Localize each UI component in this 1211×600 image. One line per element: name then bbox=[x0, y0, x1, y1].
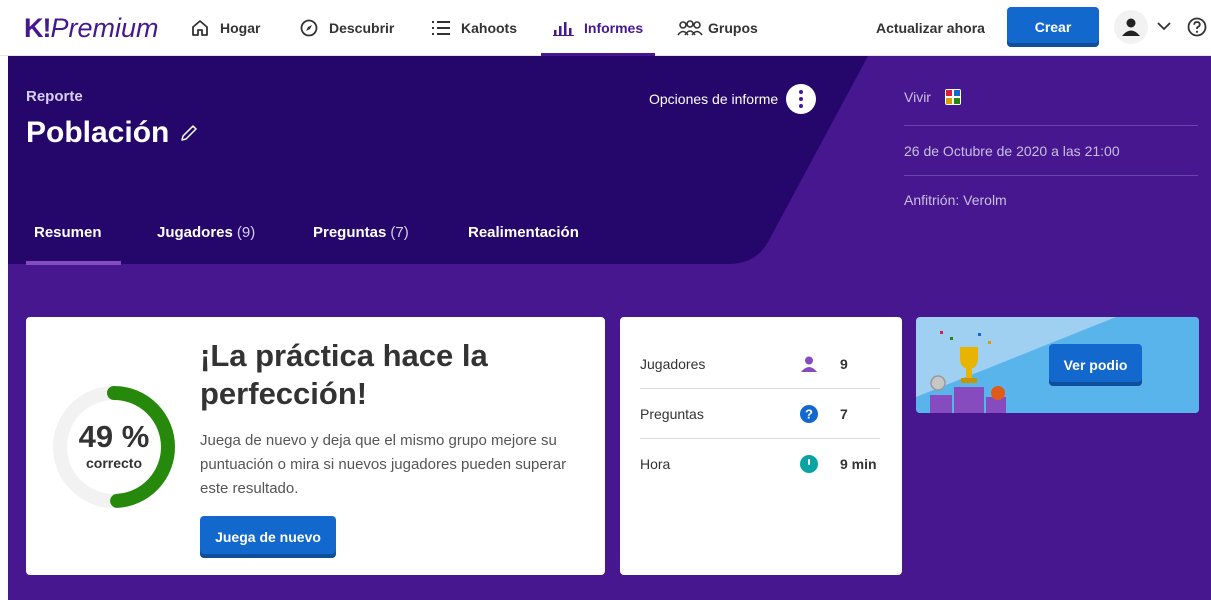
stat-row-time: Hora 9 min bbox=[640, 439, 880, 489]
summary-headline: ¡La práctica hace la perfección! bbox=[200, 338, 488, 411]
tab-players-count: (9) bbox=[236, 224, 256, 241]
stat-row-players: Jugadores 9 bbox=[640, 339, 880, 389]
report-date: 26 de Octubre de 2020 a las 21:00 bbox=[904, 143, 1120, 159]
nav-kahoots-label: Kahoots bbox=[461, 20, 517, 36]
more-vertical-icon[interactable] bbox=[786, 84, 817, 114]
percent-correct-label: correcto bbox=[85, 455, 143, 471]
report-kicker: Reporte bbox=[26, 88, 83, 105]
nav-groups-label: Grupos bbox=[708, 20, 758, 36]
report-options-label: Opciones de informe bbox=[649, 91, 779, 107]
tab-feedback-label: Realimentación bbox=[468, 224, 579, 241]
game-mode: Vivir bbox=[904, 89, 1198, 105]
kahoot-premium-logo[interactable]: K!Premium bbox=[24, 13, 159, 44]
stat-questions-value: 7 bbox=[840, 405, 848, 422]
tab-questions[interactable]: Preguntas (7) bbox=[313, 224, 409, 241]
view-podium-button[interactable]: Ver podio bbox=[1049, 344, 1142, 386]
page-title: Población bbox=[26, 116, 199, 150]
nav-kahoots[interactable]: Kahoots bbox=[430, 0, 517, 56]
tab-questions-count: (7) bbox=[390, 224, 409, 241]
play-again-button[interactable]: Juega de nuevo bbox=[200, 516, 336, 558]
chart-icon bbox=[553, 17, 575, 39]
chevron-down-icon[interactable] bbox=[1156, 18, 1172, 34]
logo-mark: K! bbox=[24, 13, 51, 43]
home-icon bbox=[189, 17, 211, 39]
tab-feedback[interactable]: Realimentación bbox=[468, 224, 579, 241]
stat-players-value: 9 bbox=[840, 355, 848, 372]
tab-players-label: Jugadores bbox=[157, 224, 233, 241]
pencil-icon[interactable] bbox=[179, 123, 199, 143]
stat-time-value: 9 min bbox=[840, 456, 877, 472]
nav-reports[interactable]: Informes bbox=[540, 0, 656, 56]
avatar[interactable] bbox=[1114, 10, 1148, 44]
question-icon: ? bbox=[800, 404, 818, 423]
stat-players-label: Jugadores bbox=[640, 355, 706, 372]
svg-text:?: ? bbox=[805, 406, 813, 421]
upgrade-now-link[interactable]: Actualizar ahora bbox=[876, 0, 985, 56]
active-tab-indicator bbox=[26, 261, 121, 265]
game-mode-label: Vivir bbox=[904, 89, 931, 105]
tab-players[interactable]: Jugadores (9) bbox=[157, 224, 255, 241]
group-icon bbox=[677, 17, 703, 39]
report-header-band: Reporte Población Opciones de informe Vi… bbox=[8, 56, 1211, 600]
report-title-text: Población bbox=[26, 116, 170, 149]
tab-summary-label: Resumen bbox=[34, 224, 102, 241]
stats-card: Jugadores 9 Preguntas ? 7 Hora 9 min bbox=[620, 317, 902, 575]
tab-summary[interactable]: Resumen bbox=[34, 224, 102, 241]
percent-correct: 49 % bbox=[78, 419, 150, 454]
info-divider bbox=[904, 175, 1198, 176]
nav-discover-label: Descubrir bbox=[329, 20, 395, 36]
nav-discover[interactable]: Descubrir bbox=[298, 0, 394, 56]
compass-icon bbox=[298, 17, 320, 39]
clock-icon bbox=[800, 455, 818, 473]
player-icon bbox=[800, 355, 818, 373]
nav-groups[interactable]: Grupos bbox=[677, 0, 758, 56]
report-host: Anfitrión: Verolm bbox=[904, 192, 1007, 208]
nav-reports-label: Informes bbox=[584, 20, 644, 36]
nav-home[interactable]: Hogar bbox=[189, 0, 260, 56]
stat-questions-label: Preguntas bbox=[640, 405, 704, 422]
podium-card: Ver podio bbox=[916, 317, 1199, 413]
summary-description: Juega de nuevo y deja que el mismo grupo… bbox=[200, 432, 567, 497]
help-icon[interactable] bbox=[1187, 17, 1207, 37]
kahoot-shapes-icon bbox=[944, 89, 961, 105]
report-options[interactable]: Opciones de informe bbox=[649, 84, 817, 114]
logo-text: Premium bbox=[50, 13, 159, 43]
tab-questions-label: Preguntas bbox=[313, 224, 387, 241]
create-button[interactable]: Crear bbox=[1007, 7, 1099, 47]
summary-card: 49 % correcto ¡La práctica hace la perfe… bbox=[26, 317, 605, 575]
nav-home-label: Hogar bbox=[220, 20, 261, 36]
user-icon bbox=[1122, 18, 1140, 36]
list-icon bbox=[430, 17, 452, 39]
stat-row-questions: Preguntas ? 7 bbox=[640, 389, 880, 439]
stat-time-label: Hora bbox=[640, 456, 671, 472]
info-divider bbox=[904, 125, 1198, 126]
top-navigation: K!Premium Hogar Descubrir Kahoots Inform… bbox=[0, 0, 1211, 56]
